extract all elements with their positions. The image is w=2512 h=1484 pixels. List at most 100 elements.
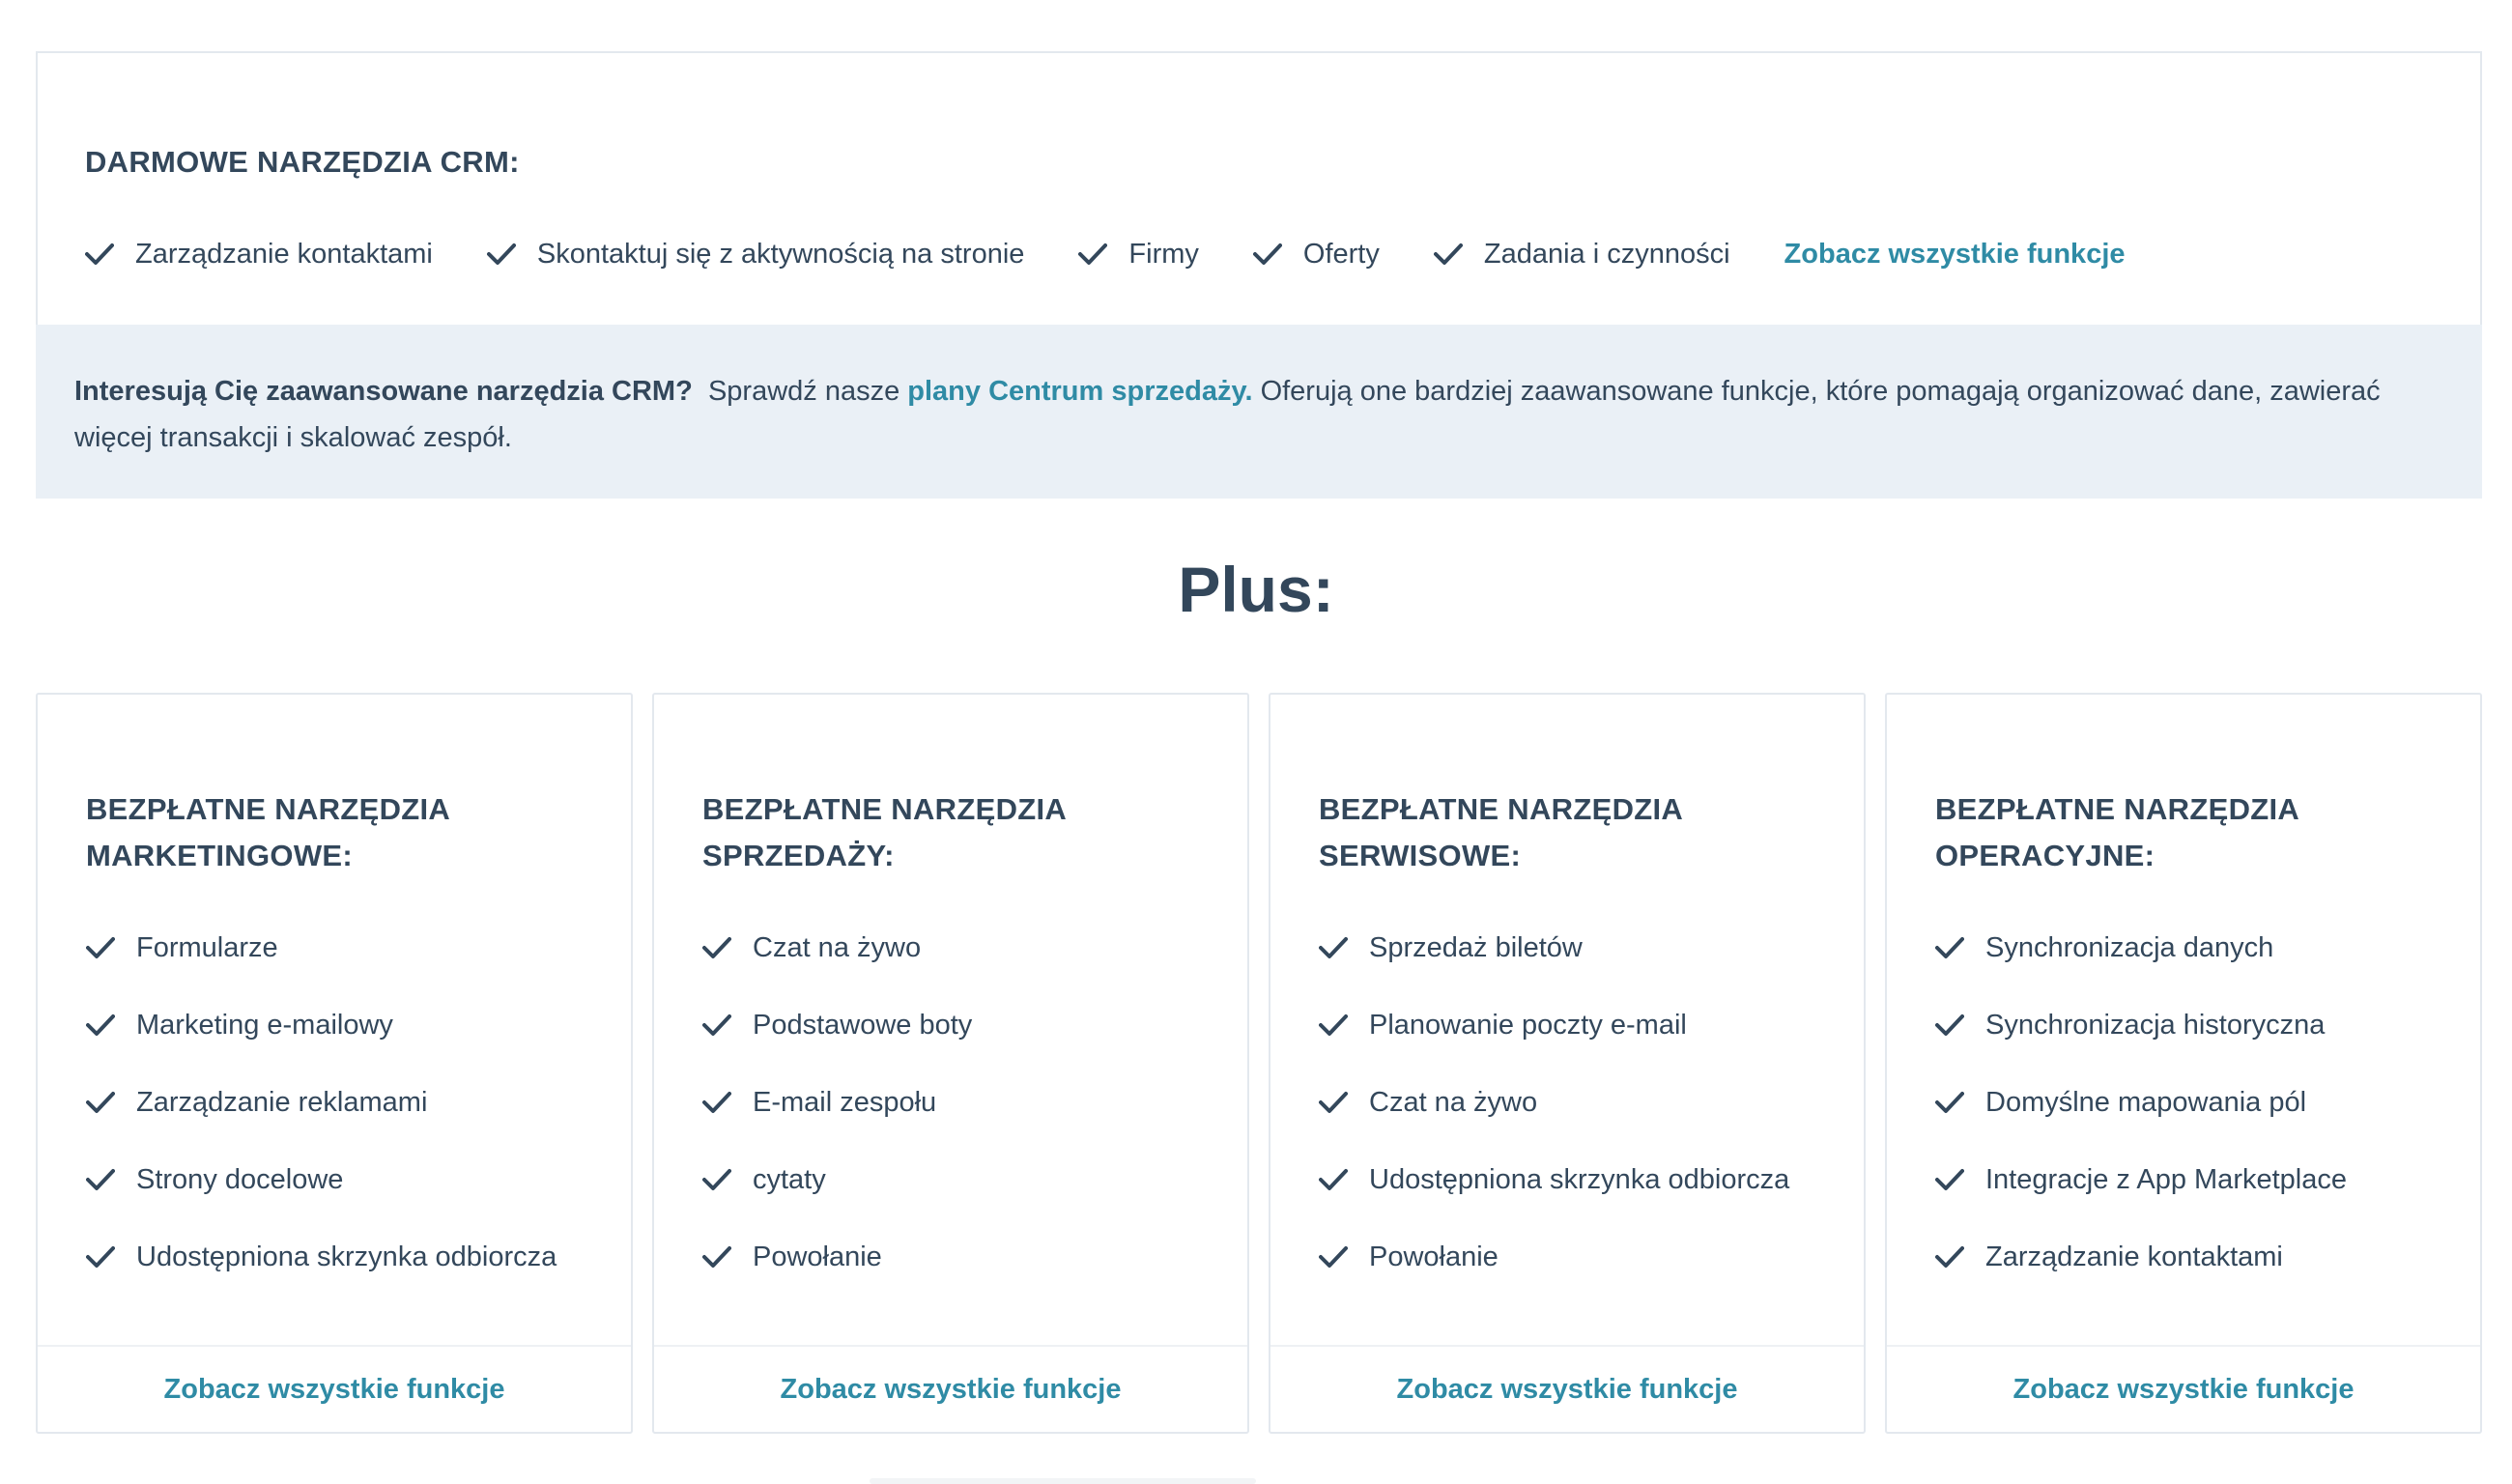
card-title: BEZPŁATNE NARZĘDZIA SERWISOWE: bbox=[1319, 792, 1682, 872]
crm-see-all-link[interactable]: Zobacz wszystkie funkcje bbox=[1784, 239, 2126, 271]
list-item: Udostępniona skrzynka odbiorcza bbox=[1319, 1158, 1789, 1201]
crm-feature-list: Zarządzanie kontaktami Skontaktuj się z … bbox=[85, 233, 2126, 275]
checkmark-icon bbox=[1433, 243, 1463, 266]
checkmark-icon bbox=[1935, 1091, 1964, 1114]
checkmark-icon bbox=[1319, 1091, 1348, 1114]
list-item: Marketing e-mailowy bbox=[86, 1004, 557, 1046]
card-title: BEZPŁATNE NARZĘDZIA OPERACYJNE: bbox=[1935, 792, 2298, 872]
checkmark-icon bbox=[86, 936, 115, 959]
crm-feature-item: Zadania i czynności bbox=[1433, 238, 1730, 271]
list-item-label: Udostępniona skrzynka odbiorcza bbox=[1369, 1163, 1790, 1195]
card-see-all-link[interactable]: Zobacz wszystkie funkcje bbox=[2013, 1374, 2355, 1406]
checkmark-icon bbox=[486, 243, 516, 266]
bottom-divider bbox=[870, 1478, 1256, 1484]
crm-feature-label: Skontaktuj się z aktywnością na stronie bbox=[536, 238, 1025, 270]
crm-feature-label: Zadania i czynności bbox=[1483, 238, 1730, 270]
crm-feature-label: Firmy bbox=[1128, 238, 1199, 270]
card-footer: Zobacz wszystkie funkcje bbox=[1270, 1345, 1864, 1432]
list-item-label: Zarządzanie kontaktami bbox=[1985, 1241, 2283, 1272]
checkmark-icon bbox=[1935, 936, 1964, 959]
crm-feature-item: Oferty bbox=[1252, 238, 1380, 271]
checkmark-icon bbox=[86, 1245, 115, 1269]
checkmark-icon bbox=[1319, 936, 1348, 959]
card-feature-list: Czat na żywo Podstawowe boty E-mail zesp… bbox=[702, 927, 972, 1313]
checkmark-icon bbox=[702, 936, 731, 959]
list-item-label: cytaty bbox=[753, 1163, 826, 1195]
checkmark-icon bbox=[86, 1091, 115, 1114]
list-item: Powołanie bbox=[1319, 1236, 1789, 1278]
list-item-label: Sprzedaż biletów bbox=[1369, 931, 1583, 963]
checkmark-icon bbox=[702, 1013, 731, 1037]
list-item: Formularze bbox=[86, 927, 557, 969]
card-sales: BEZPŁATNE NARZĘDZIA SPRZEDAŻY: Czat na ż… bbox=[652, 693, 1249, 1434]
crm-feature-item: Zarządzanie kontaktami bbox=[85, 239, 433, 271]
crm-tools-title: DARMOWE NARZĘDZIA CRM: bbox=[85, 145, 520, 179]
crm-feature-label: Zarządzanie kontaktami bbox=[135, 238, 433, 270]
crm-tools-box bbox=[36, 51, 2482, 325]
list-item: Czat na żywo bbox=[702, 927, 972, 969]
card-footer: Zobacz wszystkie funkcje bbox=[38, 1345, 631, 1432]
list-item: Domyślne mapowania pól bbox=[1935, 1081, 2347, 1124]
page: DARMOWE NARZĘDZIA CRM: Zarządzanie konta… bbox=[0, 0, 2512, 1484]
free-tools-cards: BEZPŁATNE NARZĘDZIA MARKETINGOWE: Formul… bbox=[36, 693, 2482, 1435]
checkmark-icon bbox=[1935, 1245, 1964, 1269]
checkmark-icon bbox=[1935, 1168, 1964, 1191]
list-item: Planowanie poczty e-mail bbox=[1319, 1004, 1789, 1046]
checkmark-icon bbox=[85, 243, 114, 266]
list-item: Strony docelowe bbox=[86, 1158, 557, 1201]
list-item: Synchronizacja historyczna bbox=[1935, 1004, 2347, 1046]
checkmark-icon bbox=[1078, 243, 1108, 266]
list-item: Zarządzanie kontaktami bbox=[1935, 1236, 2347, 1278]
crm-feature-item: Skontaktuj się z aktywnością na stronie bbox=[486, 238, 1025, 271]
list-item-label: Synchronizacja historyczna bbox=[1985, 1009, 2326, 1041]
list-item: Podstawowe boty bbox=[702, 1004, 972, 1046]
card-footer: Zobacz wszystkie funkcje bbox=[654, 1345, 1247, 1432]
checkmark-icon bbox=[86, 1168, 115, 1191]
list-item: E-mail zespołu bbox=[702, 1081, 972, 1124]
list-item: Czat na żywo bbox=[1319, 1081, 1789, 1124]
sales-hub-plans-link[interactable]: plany Centrum sprzedaży. bbox=[907, 376, 1252, 407]
card-feature-list: Synchronizacja danych Synchronizacja his… bbox=[1935, 927, 2347, 1313]
checkmark-icon bbox=[702, 1091, 731, 1114]
crm-feature-item: Firmy bbox=[1078, 238, 1199, 271]
list-item-label: Integracje z App Marketplace bbox=[1985, 1163, 2347, 1195]
list-item-label: Czat na żywo bbox=[753, 931, 922, 963]
list-item-label: Powołanie bbox=[1369, 1241, 1499, 1272]
list-item: Zarządzanie reklamami bbox=[86, 1081, 557, 1124]
card-see-all-link[interactable]: Zobacz wszystkie funkcje bbox=[781, 1374, 1122, 1406]
card-title: BEZPŁATNE NARZĘDZIA SPRZEDAŻY: bbox=[702, 792, 1066, 872]
info-text-before: Sprawdź nasze bbox=[707, 376, 900, 407]
advanced-crm-info-band: Interesują Cię zaawansowane narzędzia CR… bbox=[36, 325, 2482, 499]
list-item-label: E-mail zespołu bbox=[753, 1086, 937, 1118]
crm-feature-label: Oferty bbox=[1302, 238, 1380, 270]
list-item: Synchronizacja danych bbox=[1935, 927, 2347, 969]
card-footer: Zobacz wszystkie funkcje bbox=[1887, 1345, 2480, 1432]
card-feature-list: Sprzedaż biletów Planowanie poczty e-mai… bbox=[1319, 927, 1789, 1313]
list-item-label: Formularze bbox=[136, 931, 278, 963]
list-item-label: Czat na żywo bbox=[1369, 1086, 1538, 1118]
list-item-label: Powołanie bbox=[753, 1241, 882, 1272]
list-item-label: Domyślne mapowania pól bbox=[1985, 1086, 2307, 1118]
card-marketing: BEZPŁATNE NARZĘDZIA MARKETINGOWE: Formul… bbox=[36, 693, 633, 1434]
checkmark-icon bbox=[702, 1168, 731, 1191]
card-operations: BEZPŁATNE NARZĘDZIA OPERACYJNE: Synchron… bbox=[1885, 693, 2482, 1434]
list-item-label: Zarządzanie reklamami bbox=[136, 1086, 428, 1118]
checkmark-icon bbox=[702, 1245, 731, 1269]
card-feature-list: Formularze Marketing e-mailowy Zarządzan… bbox=[86, 927, 557, 1313]
checkmark-icon bbox=[1319, 1168, 1348, 1191]
list-item-label: Podstawowe boty bbox=[753, 1009, 973, 1041]
list-item-label: Udostępniona skrzynka odbiorcza bbox=[136, 1241, 557, 1272]
list-item: Integracje z App Marketplace bbox=[1935, 1158, 2347, 1201]
card-see-all-link[interactable]: Zobacz wszystkie funkcje bbox=[164, 1374, 505, 1406]
list-item-label: Marketing e-mailowy bbox=[136, 1009, 393, 1041]
checkmark-icon bbox=[1252, 243, 1282, 266]
list-item: cytaty bbox=[702, 1158, 972, 1201]
list-item-label: Planowanie poczty e-mail bbox=[1369, 1009, 1687, 1041]
card-title: BEZPŁATNE NARZĘDZIA MARKETINGOWE: bbox=[86, 792, 449, 872]
checkmark-icon bbox=[1935, 1013, 1964, 1037]
checkmark-icon bbox=[86, 1013, 115, 1037]
list-item: Udostępniona skrzynka odbiorcza bbox=[86, 1236, 557, 1278]
list-item-label: Strony docelowe bbox=[136, 1163, 344, 1195]
card-see-all-link[interactable]: Zobacz wszystkie funkcje bbox=[1397, 1374, 1738, 1406]
card-service: BEZPŁATNE NARZĘDZIA SERWISOWE: Sprzedaż … bbox=[1269, 693, 1866, 1434]
